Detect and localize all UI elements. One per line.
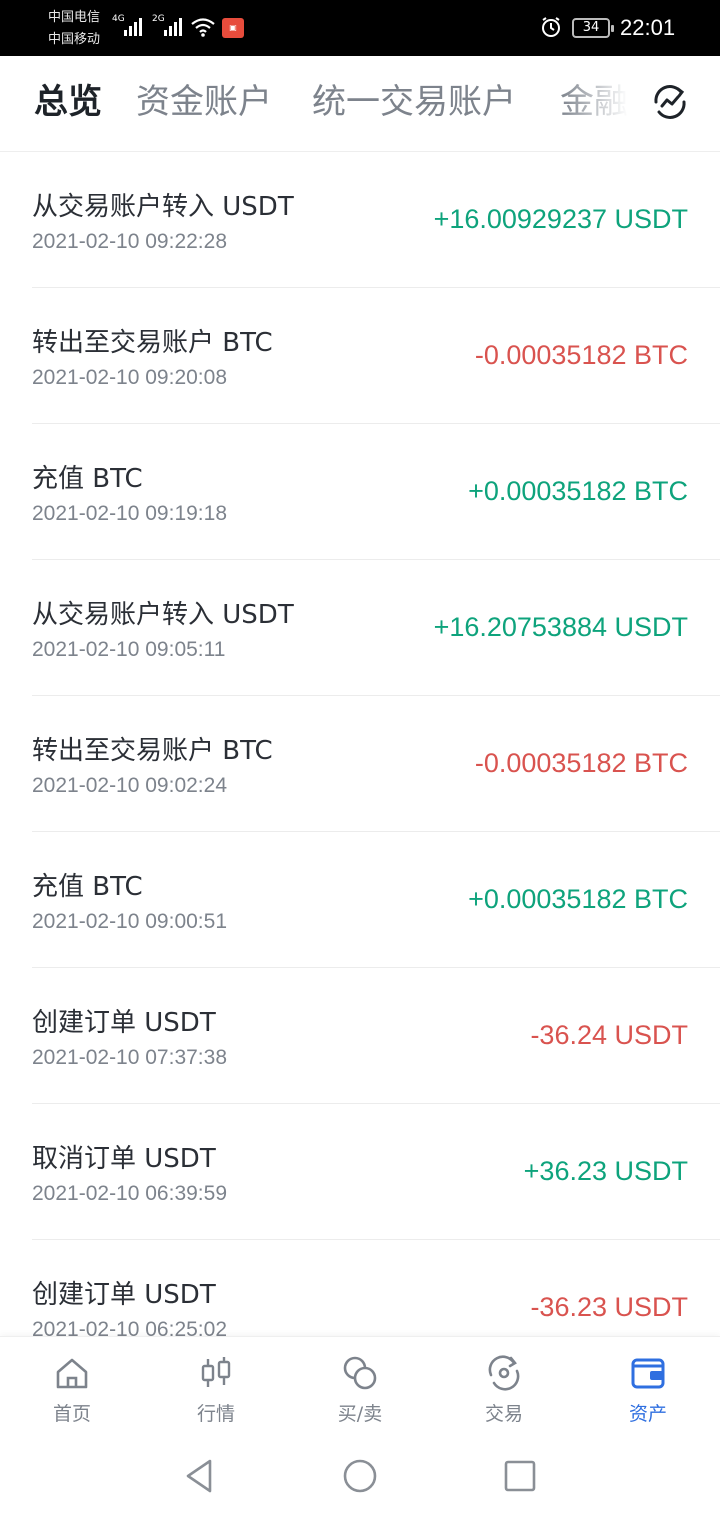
list-item[interactable]: 从交易账户转入 USDT 2021-02-10 09:22:28 +16.009… [32, 152, 720, 288]
record-amount: +0.00035182 BTC [468, 884, 688, 914]
account-tabs: 总览 资金账户 统一交易账户 金融 [0, 56, 720, 152]
record-time: 2021-02-10 06:39:59 [32, 1182, 227, 1205]
list-item[interactable]: 转出至交易账户 BTC 2021-02-10 09:20:08 -0.00035… [32, 288, 720, 424]
record-title: 创建订单 USDT [32, 1008, 216, 1038]
coins-icon [343, 1356, 377, 1390]
tab-unified-trading-account[interactable]: 统一交易账户 [312, 80, 516, 124]
record-time: 2021-02-10 09:00:51 [32, 910, 227, 933]
battery-indicator: 34 [572, 18, 614, 38]
wallet-icon [631, 1358, 665, 1389]
bottom-nav: 首页 行情 买/卖 交易 资产 [0, 1336, 720, 1432]
tab-overview[interactable]: 总览 [34, 80, 102, 124]
candlestick-icon [201, 1357, 231, 1387]
record-amount: -36.23 USDT [530, 1292, 688, 1322]
record-amount: +16.20753884 USDT [433, 612, 688, 642]
record-title: 转出至交易账户 BTC [32, 328, 273, 358]
exchange-icon [488, 1355, 520, 1391]
record-time: 2021-02-10 07:37:38 [32, 1046, 227, 1069]
record-title: 充值 BTC [32, 464, 143, 494]
list-item[interactable]: 创建订单 USDT 2021-02-10 07:37:38 -36.24 USD… [32, 968, 720, 1104]
record-title: 从交易账户转入 USDT [32, 600, 294, 630]
list-item[interactable]: 充值 BTC 2021-02-10 09:00:51 +0.00035182 B… [32, 832, 720, 968]
back-icon[interactable] [178, 1454, 222, 1498]
nav-trade-label: 交易 [484, 1403, 523, 1425]
nav-home-label: 首页 [52, 1403, 91, 1425]
list-item[interactable]: 从交易账户转入 USDT 2021-02-10 09:05:11 +16.207… [32, 560, 720, 696]
list-item[interactable]: 充值 BTC 2021-02-10 09:19:18 +0.00035182 B… [32, 424, 720, 560]
record-title: 充值 BTC [32, 872, 143, 902]
tab-fade-overlay [560, 56, 640, 151]
wifi-icon [191, 18, 215, 37]
record-title: 创建订单 USDT [32, 1280, 216, 1310]
record-title: 取消订单 USDT [32, 1144, 216, 1174]
nav-buy-sell[interactable]: 买/卖 [288, 1337, 432, 1433]
record-time: 2021-02-10 09:19:18 [32, 502, 227, 525]
record-amount: +16.00929237 USDT [433, 204, 688, 234]
record-title: 转出至交易账户 BTC [32, 736, 273, 766]
nav-markets-label: 行情 [196, 1403, 235, 1425]
nav-buy-sell-label: 买/卖 [337, 1403, 383, 1425]
recents-icon[interactable] [498, 1454, 542, 1498]
record-amount: +36.23 USDT [523, 1156, 688, 1186]
nav-assets[interactable]: 资产 [576, 1337, 720, 1433]
record-title: 从交易账户转入 USDT [32, 192, 294, 222]
nav-assets-label: 资产 [628, 1403, 667, 1425]
asset-chart-icon[interactable] [648, 80, 692, 124]
record-time: 2021-02-10 09:22:28 [32, 230, 227, 253]
carrier-2-label: 中国移动 [48, 32, 101, 47]
record-amount: -0.00035182 BTC [474, 340, 688, 370]
record-time: 2021-02-10 09:05:11 [32, 638, 226, 661]
list-item[interactable]: 创建订单 USDT 2021-02-10 06:25:02 -36.23 USD… [32, 1240, 720, 1336]
record-amount: -0.00035182 BTC [474, 748, 688, 778]
news-app-icon: ▣ [222, 18, 244, 38]
list-item[interactable]: 转出至交易账户 BTC 2021-02-10 09:02:24 -0.00035… [32, 696, 720, 832]
record-time: 2021-02-10 09:20:08 [32, 366, 227, 389]
alarm-icon [542, 17, 560, 37]
nav-markets[interactable]: 行情 [144, 1337, 288, 1433]
signal-1-icon [124, 18, 142, 36]
record-time: 2021-02-10 09:02:24 [32, 774, 227, 797]
record-time: 2021-02-10 06:25:02 [32, 1318, 227, 1336]
system-nav-bar [0, 1432, 720, 1520]
clock: 22:01 [620, 15, 676, 40]
transaction-list: 从交易账户转入 USDT 2021-02-10 09:22:28 +16.009… [0, 152, 720, 1336]
list-item[interactable]: 取消订单 USDT 2021-02-10 06:39:59 +36.23 USD… [32, 1104, 720, 1240]
carrier-1-label: 中国电信 [48, 10, 101, 25]
home-icon [56, 1358, 88, 1389]
nav-home[interactable]: 首页 [0, 1337, 144, 1433]
record-amount: +0.00035182 BTC [468, 476, 688, 506]
record-amount: -36.24 USDT [530, 1020, 688, 1050]
status-bar: 中国电信 中国移动 4G 2G ▣ 34 22:01 [0, 0, 720, 56]
home-circle-icon[interactable] [338, 1454, 382, 1498]
tab-funding-account[interactable]: 资金账户 [136, 80, 272, 124]
nav-trade[interactable]: 交易 [432, 1337, 576, 1433]
signal-2-icon [164, 18, 182, 36]
